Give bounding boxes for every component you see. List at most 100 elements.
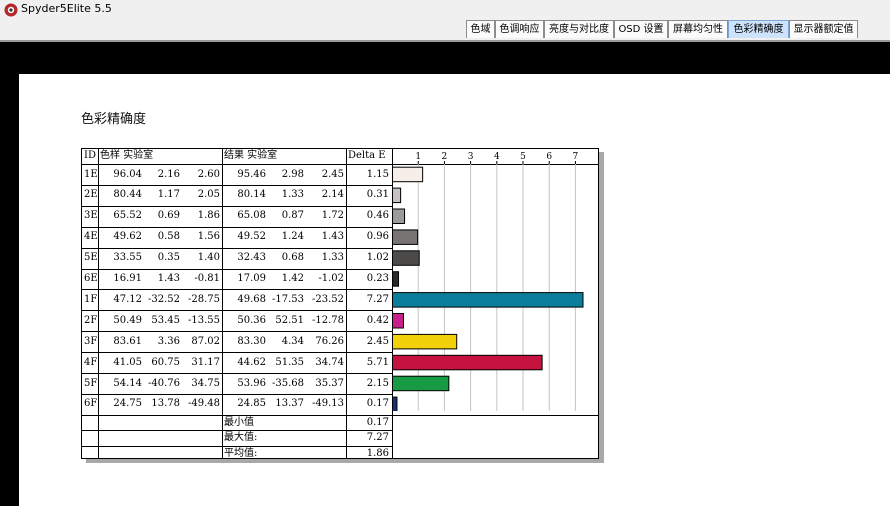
color-accuracy-report: ID 色样 实验室 结果 实验室 Delta E 1E 96.04 2.16 2.60 95.4… <box>81 148 599 459</box>
summary-value: 7.27 <box>366 432 389 444</box>
sample-lab-value: 0.69 <box>157 210 180 222</box>
chart-tick-label: 3 <box>468 152 474 162</box>
sample-lab-value: 47.12 <box>113 293 142 305</box>
result-lab-value: 65.08 <box>237 210 266 222</box>
delta-e-value: 2.15 <box>366 377 389 389</box>
header-result: 结果 实验室 <box>224 150 278 161</box>
sample-lab-value: 54.14 <box>113 377 142 389</box>
result-lab-value: 1.43 <box>321 231 344 243</box>
sample-lab-value: 0.35 <box>157 252 180 264</box>
sample-lab-value: 60.75 <box>151 356 180 368</box>
delta-e-value: 0.31 <box>366 189 389 201</box>
delta-e-value: 1.15 <box>366 168 389 180</box>
sample-lab-value: 1.40 <box>197 252 220 264</box>
result-lab-value: 17.09 <box>237 273 266 284</box>
chart-tick-label: 1 <box>415 152 421 162</box>
row-id: 6F <box>84 398 98 410</box>
tab-tone-response[interactable]: 色调响应 <box>495 20 544 38</box>
row-id: 1E <box>84 168 98 180</box>
delta-e-value: 5.71 <box>366 356 389 368</box>
result-lab-value: 1.24 <box>281 231 304 243</box>
sample-lab-value: 87.02 <box>191 335 220 347</box>
sample-lab-value: 1.56 <box>197 231 220 243</box>
sample-lab-value: 2.16 <box>157 168 180 180</box>
row-id: 2F <box>84 314 98 326</box>
tab-gamut[interactable]: 色域 <box>466 20 495 38</box>
chart-tick-label: 6 <box>546 152 552 162</box>
result-lab-value: 32.43 <box>237 252 266 264</box>
tab-osd-settings[interactable]: OSD 设置 <box>614 20 668 38</box>
delta-e-bar <box>392 166 424 183</box>
tab-screen-uniformity[interactable]: 屏幕均匀性 <box>668 20 728 38</box>
sample-lab-value: 24.75 <box>113 398 142 410</box>
row-id: 5F <box>84 377 98 389</box>
result-lab-value: 1.33 <box>321 252 344 264</box>
row-id: 1F <box>84 293 98 305</box>
sample-lab-value: -49.48 <box>187 398 220 410</box>
result-lab-value: 49.52 <box>237 231 266 243</box>
result-lab-value: 24.85 <box>237 398 266 410</box>
result-lab-value: 1.42 <box>281 273 304 284</box>
result-lab-value: -23.52 <box>311 293 344 305</box>
result-lab-value: 1.72 <box>321 210 344 222</box>
row-id: 3F <box>84 335 98 347</box>
delta-e-value: 0.23 <box>366 273 389 284</box>
result-lab-value: 13.37 <box>275 398 304 410</box>
sample-lab-value: 1.86 <box>197 210 220 222</box>
sample-lab-value: -40.76 <box>147 377 180 389</box>
tab-brightness-contrast[interactable]: 亮度与对比度 <box>544 20 614 38</box>
app-title: Spyder5Elite 5.5 <box>21 2 112 15</box>
sample-lab-value: -0.81 <box>194 273 220 284</box>
delta-e-bar <box>392 187 402 204</box>
result-lab-value: -49.13 <box>311 398 344 410</box>
result-lab-value: 52.51 <box>275 314 304 326</box>
summary-label: 平均值: <box>224 447 258 459</box>
title-bar: Spyder5Elite 5.5 <box>0 0 890 20</box>
result-lab-value: 2.98 <box>281 168 304 180</box>
sample-lab-value: 83.61 <box>113 335 142 347</box>
sample-lab-value: 2.60 <box>197 168 220 180</box>
sample-lab-value: 34.75 <box>191 377 220 389</box>
sample-lab-value: 65.52 <box>113 210 142 222</box>
result-lab-value: 49.68 <box>237 293 266 305</box>
result-lab-value: 51.35 <box>275 356 304 368</box>
result-lab-value: 80.14 <box>237 189 266 201</box>
sample-lab-value: 49.62 <box>113 231 142 243</box>
chart-tick-label: 2 <box>442 152 448 162</box>
sample-lab-value: 1.17 <box>157 189 180 201</box>
sample-lab-value: 1.43 <box>157 273 180 284</box>
delta-e-bar <box>392 375 450 392</box>
delta-e-bar <box>392 313 405 329</box>
delta-e-bar <box>392 229 419 245</box>
tab-color-accuracy[interactable]: 色彩精确度 <box>728 20 789 38</box>
result-lab-value: 44.62 <box>237 356 266 368</box>
sample-lab-value: 16.91 <box>113 273 142 284</box>
sample-lab-value: -32.52 <box>147 293 180 305</box>
result-lab-value: 0.87 <box>281 210 304 222</box>
header-delta-e: Delta E <box>348 150 386 161</box>
delta-e-value: 0.17 <box>366 398 389 410</box>
result-lab-value: 4.34 <box>281 335 304 347</box>
delta-e-bar-chart: 1 2 3 4 5 6 7 <box>392 152 584 411</box>
delta-e-value: 0.96 <box>366 231 389 243</box>
summary-label: 最大值: <box>224 432 258 444</box>
result-lab-value: 1.33 <box>281 189 304 201</box>
result-lab-value: 76.26 <box>315 335 344 347</box>
result-lab-value: 53.96 <box>237 377 266 389</box>
delta-e-bar <box>392 271 400 287</box>
result-lab-value: 0.68 <box>281 252 304 264</box>
chart-tick-label: 7 <box>573 152 579 162</box>
result-lab-value: -12.78 <box>311 314 344 326</box>
row-id: 4F <box>84 356 98 368</box>
summary-value: 1.86 <box>366 447 389 459</box>
row-id: 6E <box>84 273 98 284</box>
header-sample: 色样 实验室 <box>100 150 154 161</box>
result-lab-value: -1.02 <box>318 273 344 284</box>
row-id: 3E <box>84 210 98 222</box>
delta-e-value: 7.27 <box>366 293 389 305</box>
sample-lab-value: 33.55 <box>113 252 142 264</box>
result-lab-value: 2.45 <box>321 168 344 180</box>
sample-lab-value: 31.17 <box>191 356 220 368</box>
tab-display-rating[interactable]: 显示器额定值 <box>789 20 858 38</box>
header-id: ID <box>84 150 96 161</box>
